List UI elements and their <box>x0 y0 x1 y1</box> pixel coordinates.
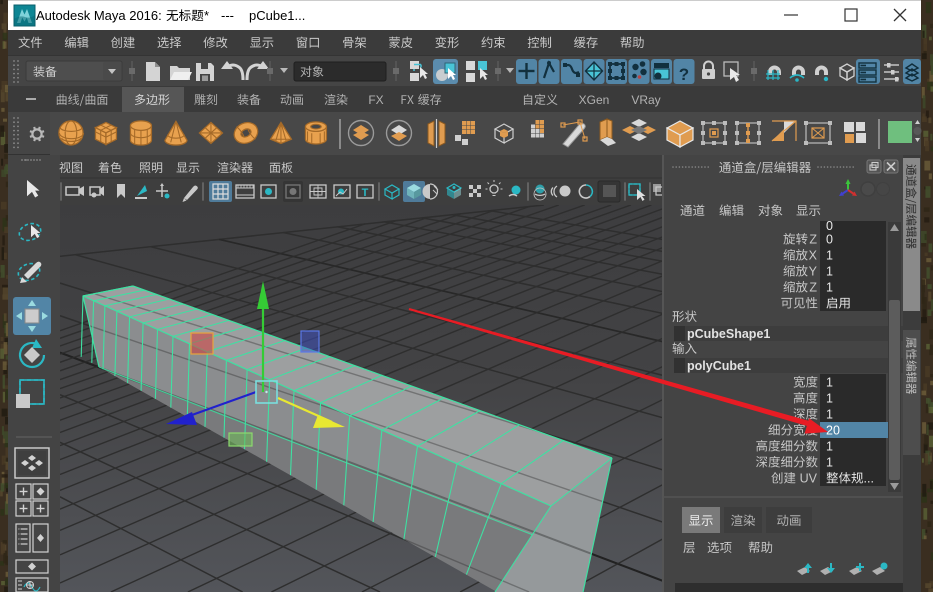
svg-text:1: 1 <box>826 281 833 295</box>
svg-text:Z: Z <box>809 233 817 247</box>
svg-text:VRay: VRay <box>631 93 660 107</box>
svg-text:XGen: XGen <box>579 93 610 107</box>
svg-text:1: 1 <box>826 408 833 422</box>
svg-text:pCubeShape1: pCubeShape1 <box>687 327 770 341</box>
svg-text:---: --- <box>221 8 234 23</box>
svg-text:1: 1 <box>826 392 833 406</box>
svg-text:...: ... <box>864 472 874 486</box>
svg-text:1: 1 <box>826 249 833 263</box>
svg-text:Z: Z <box>809 281 817 295</box>
svg-text:polyCube1: polyCube1 <box>687 359 751 373</box>
svg-text:0: 0 <box>826 219 833 233</box>
svg-text:*: * <box>204 8 209 23</box>
svg-text:T: T <box>362 187 369 199</box>
svg-text:1: 1 <box>826 376 833 390</box>
svg-text:X: X <box>809 249 818 263</box>
svg-text:0: 0 <box>826 233 833 247</box>
svg-text:1: 1 <box>826 265 833 279</box>
svg-text:FX: FX <box>368 93 383 107</box>
svg-text:Autodesk Maya 2016:: Autodesk Maya 2016: <box>36 8 162 23</box>
svg-text:20: 20 <box>826 424 840 438</box>
svg-text:1: 1 <box>826 456 833 470</box>
svg-text:1: 1 <box>826 440 833 454</box>
svg-text:pCube1...: pCube1... <box>249 8 305 23</box>
svg-text:Y: Y <box>809 265 818 279</box>
svg-text:UV: UV <box>800 472 818 486</box>
svg-text:?: ? <box>679 65 689 84</box>
